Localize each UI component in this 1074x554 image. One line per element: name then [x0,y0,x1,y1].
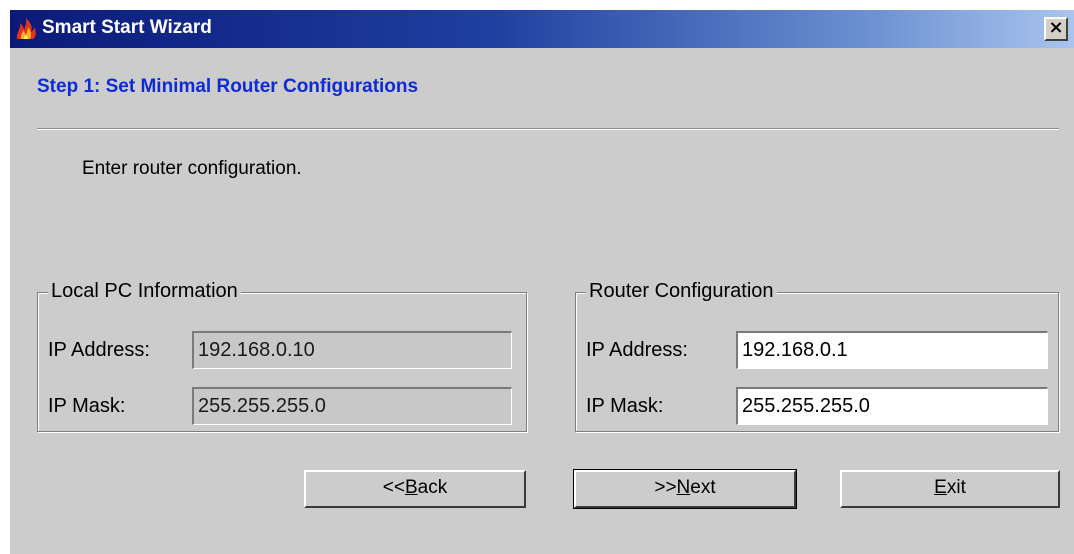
step-heading: Step 1: Set Minimal Router Configuration… [37,76,419,97]
local-pc-group-label: Local PC Information [48,280,241,303]
local-pc-information-group: Local PC Information IP Address: 192.168… [37,280,527,432]
instruction-text: Enter router configuration. [82,158,302,179]
next-button-prefix: >> [654,477,677,498]
next-button[interactable]: >>Next [573,469,797,509]
back-button[interactable]: <<Back [304,470,526,508]
local-ip-mask-label: IP Mask: [48,395,126,417]
local-ip-address-label: IP Address: [48,339,150,361]
local-ip-address-field: 192.168.0.10 [192,331,512,369]
back-button-mnemonic: B [404,477,418,498]
router-group-label: Router Configuration [586,280,777,303]
router-configuration-group: Router Configuration IP Address: 192.168… [575,280,1059,432]
window-title: Smart Start Wizard [42,17,212,38]
local-ip-mask-field: 255.255.255.0 [192,387,512,425]
heading-separator [37,128,1059,130]
back-button-prefix: << [382,477,405,498]
exit-button-rest: xit [946,477,966,498]
back-button-rest: ack [417,477,448,498]
close-button[interactable]: × [1044,17,1068,41]
router-ip-mask-label: IP Mask: [586,395,664,417]
exit-button-mnemonic: E [934,477,947,498]
title-bar[interactable]: Smart Start Wizard × [10,10,1074,48]
flame-icon [16,18,36,39]
router-ip-mask-input[interactable]: 255.255.255.0 [736,387,1048,425]
router-ip-address-label: IP Address: [586,339,688,361]
exit-button[interactable]: Exit [840,470,1060,508]
router-ip-address-input[interactable]: 192.168.0.1 [736,331,1048,369]
next-button-rest: ext [690,477,716,498]
smart-start-wizard-dialog: Smart Start Wizard × Step 1: Set Minimal… [10,10,1074,554]
close-icon: × [1048,17,1064,38]
next-button-mnemonic: N [676,477,691,498]
